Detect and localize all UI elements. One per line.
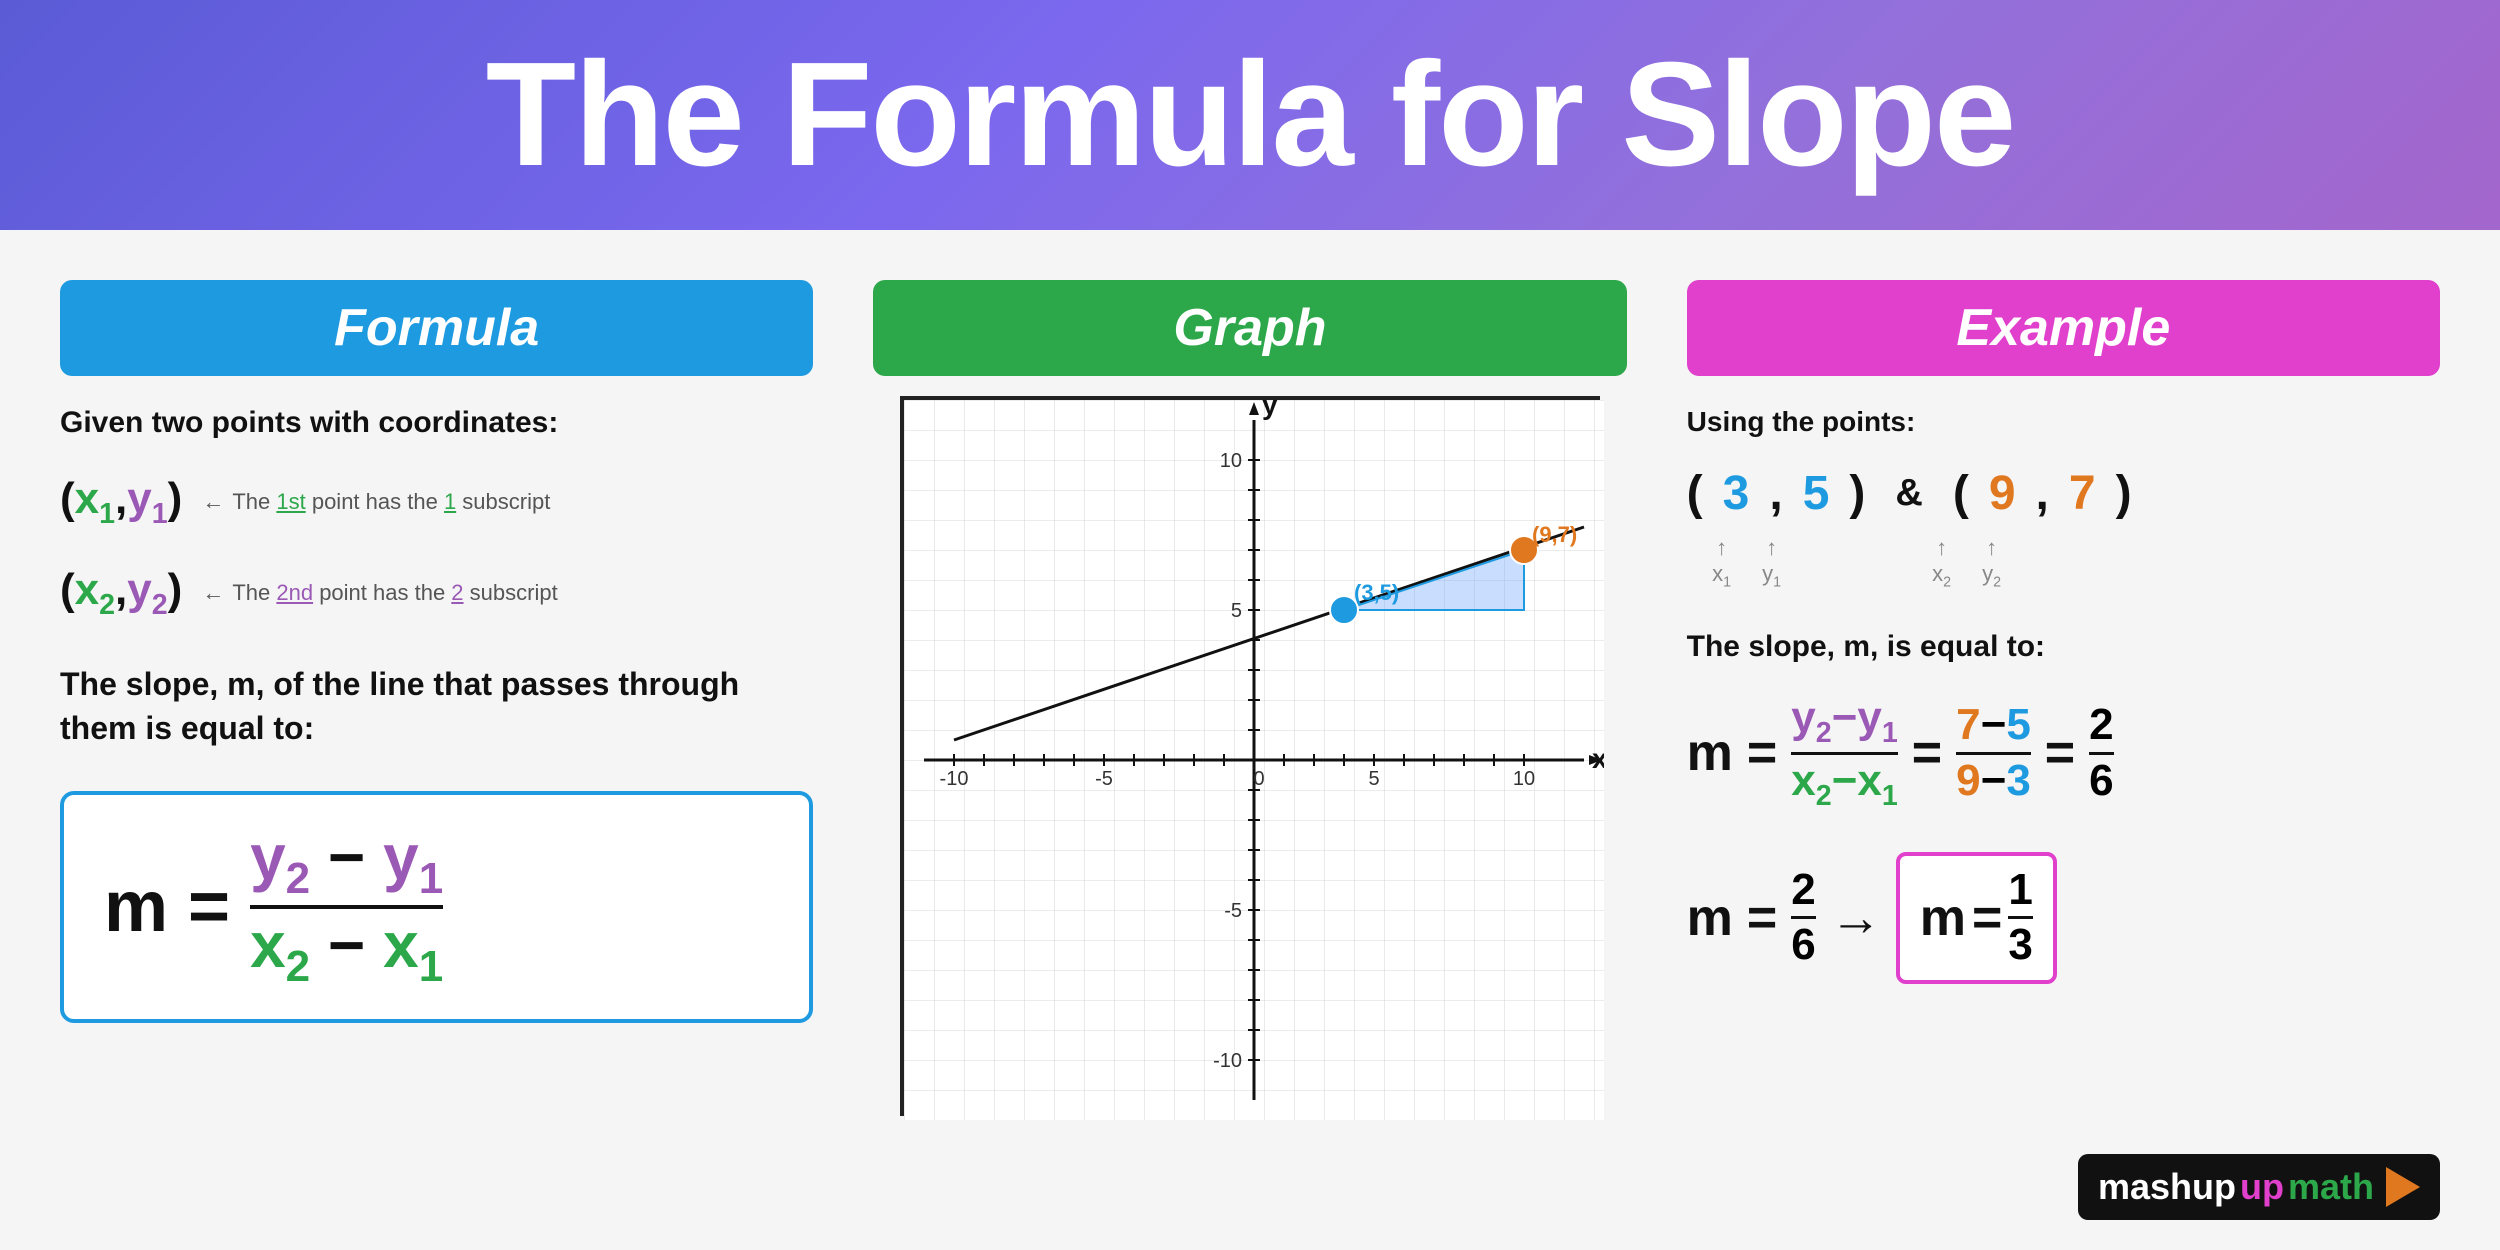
logo-mashup-text: mashup xyxy=(2098,1166,2236,1208)
main-content: Formula Given two points with coordinate… xyxy=(0,230,2500,1250)
graph-column: Graph xyxy=(873,280,1626,1220)
svg-text:5: 5 xyxy=(1231,600,1242,622)
svg-text:-5: -5 xyxy=(1224,900,1242,922)
example-column: Example Using the points: ( 3 , 5 ) & ( … xyxy=(1687,280,2440,1220)
page-title: The Formula for Slope xyxy=(486,30,2015,200)
formula-point1-row: (x1,y1) ← The 1st point has the 1 subscr… xyxy=(60,474,813,531)
example-points-row: ( 3 , 5 ) & ( 9 , 7 ) xyxy=(1687,466,2440,521)
big-formula-box: m = y2 − y1 x2 − x1 xyxy=(60,791,813,1023)
page-header: The Formula for Slope xyxy=(0,0,2500,230)
x2-var: x2 xyxy=(75,565,115,614)
big-fraction: y2 − y1 x2 − x1 xyxy=(250,825,443,989)
example-formula-row2: m = 2 6 → m = 1 3 xyxy=(1687,852,2440,984)
ex-fraction-result: 2 6 xyxy=(2089,701,2113,805)
example-formula-row1: m = y2−y1 x2−x1 = 7−5 9−3 = 2 6 xyxy=(1687,694,2440,812)
mashupmath-logo: mashup up math xyxy=(2078,1154,2440,1220)
ex-y1-val: 5 xyxy=(1803,466,1830,521)
big-equals: = xyxy=(188,866,230,948)
ex-fraction-symbolic: y2−y1 x2−x1 xyxy=(1791,694,1897,812)
formula-column: Formula Given two points with coordinate… xyxy=(60,280,813,1220)
point1-label: (3,5) xyxy=(1354,580,1399,605)
subscript-arrows: ↑ x1 ↑ y1 ↑ x2 ↑ y2 xyxy=(1697,535,2440,590)
logo-triangle-icon xyxy=(2386,1167,2420,1207)
big-m-label: m xyxy=(104,866,168,948)
example-using-text: Using the points: xyxy=(1687,406,2440,438)
svg-text:-5: -5 xyxy=(1095,768,1113,790)
y-axis-label: y xyxy=(1262,400,1278,420)
big-denominator: x2 − x1 xyxy=(250,909,443,989)
y1-var: y1 xyxy=(127,474,167,523)
formula-point1-coords: (x1,y1) xyxy=(60,474,182,531)
ex-x1-val: 3 xyxy=(1723,466,1750,521)
example-header-text: Example xyxy=(1956,299,2170,357)
ex-fraction-26: 2 6 xyxy=(1791,866,1815,970)
graph-svg: x y -10 xyxy=(904,400,1604,1120)
big-numerator: y2 − y1 xyxy=(250,825,443,905)
slope-description: The slope, m, of the line that passes th… xyxy=(60,662,813,752)
logo-up-text: up xyxy=(2240,1166,2284,1208)
ex-fraction-values: 7−5 9−3 xyxy=(1956,701,2031,805)
ex-fraction-final: 1 3 xyxy=(2008,866,2032,970)
slope-equal-text: The slope, m, is equal to: xyxy=(1687,630,2440,664)
svg-text:10: 10 xyxy=(1513,768,1535,790)
formula-point2-coords: (x2,y2) xyxy=(60,565,182,622)
graph-container: x y -10 xyxy=(900,396,1600,1116)
formula-header: Formula xyxy=(60,280,813,376)
graph-header-text: Graph xyxy=(1173,299,1326,357)
result-box: m = 1 3 xyxy=(1896,852,2057,984)
formula-header-text: Formula xyxy=(334,299,539,357)
example-header: Example xyxy=(1687,280,2440,376)
svg-text:-10: -10 xyxy=(940,768,969,790)
ex-y2-val: 7 xyxy=(2069,466,2096,521)
graph-header: Graph xyxy=(873,280,1626,376)
x1-var: x1 xyxy=(75,474,115,523)
svg-text:-10: -10 xyxy=(1213,1050,1242,1072)
y2-var: y2 xyxy=(127,565,167,614)
svg-text:0: 0 xyxy=(1253,768,1264,790)
formula-point2-row: (x2,y2) ← The 2nd point has the 2 subscr… xyxy=(60,565,813,622)
formula-point2-desc: ← The 2nd point has the 2 subscript xyxy=(202,580,557,606)
svg-text:5: 5 xyxy=(1368,768,1379,790)
point2-label: (9,7) xyxy=(1532,522,1577,547)
x-axis-label: x xyxy=(1592,743,1604,774)
logo-area: mashup up math xyxy=(1687,1134,2440,1220)
svg-text:10: 10 xyxy=(1220,450,1242,472)
arrow-symbol: → xyxy=(1830,888,1882,948)
formula-given-text: Given two points with coordinates: xyxy=(60,406,813,440)
formula-point1-desc: ← The 1st point has the 1 subscript xyxy=(202,489,550,515)
ex-x2-val: 9 xyxy=(1989,466,2016,521)
logo-math-text: math xyxy=(2288,1166,2374,1208)
